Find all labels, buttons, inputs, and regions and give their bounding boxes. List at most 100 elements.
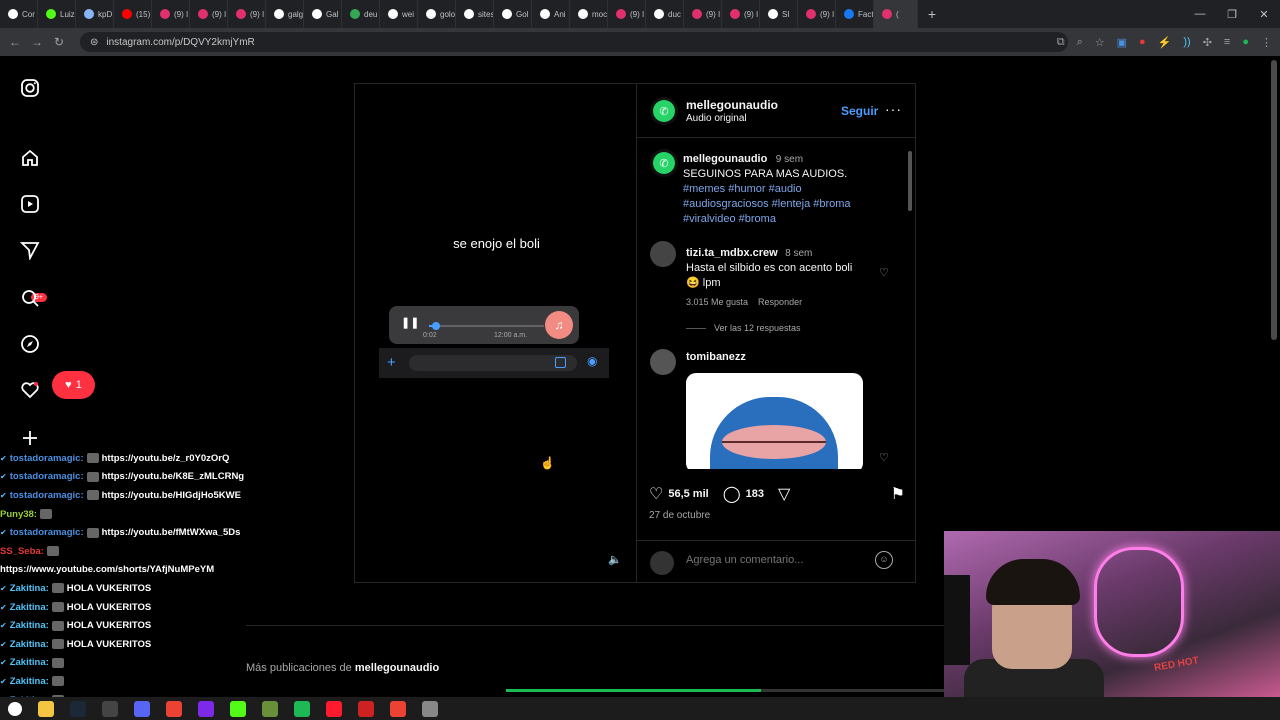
comments-scrollbar[interactable] (907, 139, 913, 469)
extension-icon[interactable]: )) (1183, 36, 1190, 48)
comment-like-icon[interactable]: ♡ (879, 451, 889, 464)
caption-avatar[interactable]: ✆ (650, 149, 678, 177)
comment-icon[interactable]: ◯ (723, 484, 741, 504)
browser-tab[interactable]: moc (570, 0, 608, 28)
browser-tab[interactable]: deu (342, 0, 380, 28)
app-icon[interactable] (358, 700, 374, 717)
caption-tags[interactable]: #audiosgraciosos #lenteja #broma (683, 197, 903, 212)
maximize-icon[interactable]: ❐ (1216, 0, 1248, 28)
more-posts-username[interactable]: mellegounaudio (355, 662, 439, 674)
view-replies-button[interactable]: Ver las 12 respuestas (686, 323, 801, 333)
post-date[interactable]: 27 de octubre (649, 510, 710, 521)
browser-tab[interactable]: galg (266, 0, 304, 28)
browser-tab[interactable]: kpD (76, 0, 114, 28)
canva-icon[interactable] (198, 700, 214, 717)
url-field[interactable]: ⊜ instagram.com/p/DQVY2kmjYmR (80, 32, 1068, 52)
comments-list[interactable]: ✆ mellegounaudio 9 sem SEGUINOS PARA MAS… (637, 139, 907, 469)
browser-tab[interactable]: sites (456, 0, 494, 28)
minimize-icon[interactable]: — (1184, 0, 1216, 28)
extension-icon[interactable]: ▣ (1117, 36, 1127, 49)
emoji-icon[interactable]: ☺ (875, 551, 893, 569)
browser-tab[interactable]: Ani (532, 0, 570, 28)
comment-username[interactable]: tizi.ta_mdbx.crew (686, 247, 778, 259)
back-icon[interactable]: ← (4, 35, 26, 49)
comment-username[interactable]: tomibanezz (686, 351, 746, 363)
chrome-icon[interactable] (390, 700, 406, 717)
discord-icon[interactable] (134, 700, 150, 717)
cursor-icon[interactable] (422, 700, 438, 717)
extension-icon[interactable]: ● (1139, 36, 1146, 48)
browser-tab[interactable]: Fact (836, 0, 874, 28)
new-tab-icon[interactable]: + (918, 6, 946, 22)
browser-tab[interactable]: SI (760, 0, 798, 28)
browser-tab[interactable]: wei (380, 0, 418, 28)
volume-icon[interactable]: 🔈 (608, 553, 622, 566)
browser-tab[interactable]: golo (418, 0, 456, 28)
browser-tab[interactable]: (9) I (684, 0, 722, 28)
media-icon[interactable]: ≡ (1224, 36, 1230, 48)
start-icon[interactable] (8, 701, 22, 716)
steam-icon[interactable] (70, 700, 86, 717)
chrome-icon[interactable] (166, 700, 182, 717)
browser-tab[interactable]: (9) I (152, 0, 190, 28)
browser-tab[interactable]: Cor (0, 0, 38, 28)
comment-avatar[interactable] (650, 349, 676, 375)
browser-tab[interactable]: (9) I (608, 0, 646, 28)
browser-tab[interactable]: (9) I (722, 0, 760, 28)
zoom-icon[interactable]: ⌕ (1077, 36, 1083, 49)
likes-count[interactable]: 56,5 mil (668, 488, 708, 500)
browser-tab[interactable]: (9) I (228, 0, 266, 28)
obs-icon[interactable] (102, 700, 118, 717)
caption-tags[interactable]: #viralvideo #broma (683, 212, 903, 227)
reply-button[interactable]: Responder (758, 297, 802, 307)
reels-icon[interactable] (20, 194, 40, 214)
comment-avatar[interactable] (650, 241, 676, 267)
opera-icon[interactable] (326, 700, 342, 717)
likes-notification-pill[interactable]: ♥ 1 (52, 371, 95, 399)
search-icon[interactable] (20, 288, 40, 308)
browser-tab[interactable]: ( (874, 0, 918, 28)
browser-tab[interactable]: Gal (304, 0, 342, 28)
forward-icon[interactable]: → (26, 35, 48, 49)
kick-icon[interactable] (230, 700, 246, 717)
minecraft-icon[interactable] (262, 700, 278, 717)
scroll-thumb[interactable] (908, 151, 912, 211)
site-info-icon[interactable]: ⊜ (90, 37, 98, 48)
caption-tags[interactable]: #memes #humor #audio (683, 182, 903, 197)
save-icon[interactable]: ⚑ (891, 484, 905, 504)
extensions-puzzle-icon[interactable]: ✣ (1203, 36, 1212, 49)
browser-tab[interactable]: Gol (494, 0, 532, 28)
bookmark-star-icon[interactable]: ☆ (1095, 36, 1105, 49)
caption-username[interactable]: mellegounaudio (683, 153, 767, 165)
instagram-logo-icon[interactable] (20, 78, 40, 98)
page-scrollbar[interactable] (1271, 60, 1277, 340)
like-icon[interactable]: ♡ (649, 484, 663, 504)
browser-tab[interactable]: (9) I (190, 0, 228, 28)
profile-avatar[interactable]: ✆ (650, 97, 678, 125)
post-username[interactable]: mellegounaudio (686, 98, 778, 112)
comment-likes[interactable]: 3.015 Me gusta (686, 297, 748, 307)
audio-original-link[interactable]: Audio original (686, 113, 747, 124)
spotify-icon[interactable] (294, 700, 310, 717)
explore-icon[interactable] (20, 334, 40, 354)
home-icon[interactable] (20, 148, 40, 168)
comment-input[interactable] (686, 554, 866, 566)
browser-tab[interactable]: (9) I (798, 0, 836, 28)
reload-icon[interactable]: ↻ (48, 35, 70, 49)
extension-icon[interactable]: ⚡ (1158, 36, 1172, 49)
close-icon[interactable]: ✕ (1248, 0, 1280, 28)
create-icon[interactable] (20, 428, 40, 448)
reel-video[interactable]: se enojo el boli ❚❚ 0:02 12:00 a.m. ♫ + … (354, 83, 637, 583)
menu-icon[interactable]: ⋮ (1261, 36, 1272, 49)
install-icon[interactable]: ⧉ (1057, 36, 1065, 49)
follow-button[interactable]: Seguir (841, 104, 878, 118)
more-options-icon[interactable]: ··· (885, 101, 902, 117)
comment-like-icon[interactable]: ♡ (879, 266, 889, 279)
heart-icon[interactable] (20, 380, 40, 400)
share-icon[interactable]: ▽ (778, 484, 790, 504)
browser-tab[interactable]: (15) (114, 0, 152, 28)
browser-tab[interactable]: duc (646, 0, 684, 28)
profile-avatar[interactable]: ● (1242, 36, 1249, 48)
messages-icon[interactable] (20, 240, 40, 260)
folder-icon[interactable] (38, 700, 54, 717)
